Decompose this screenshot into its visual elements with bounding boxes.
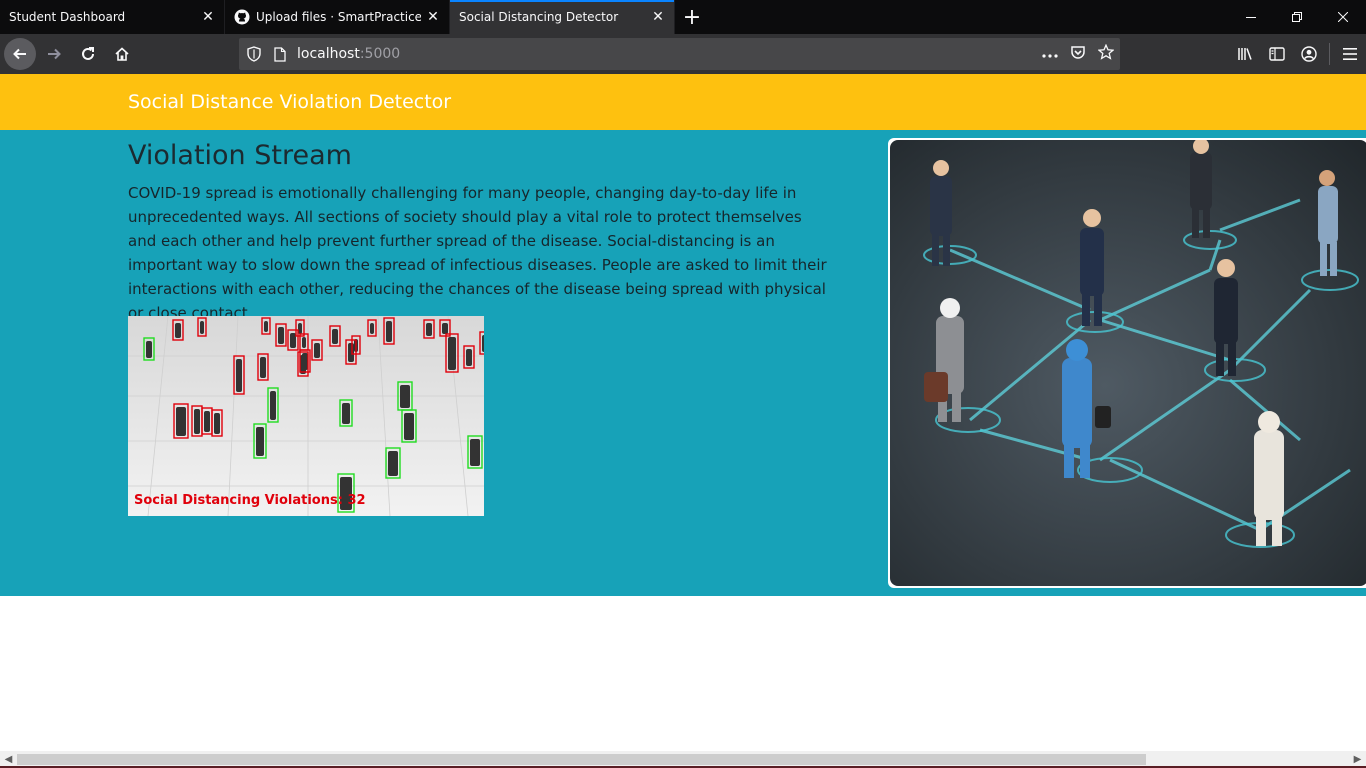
window-controls	[1228, 0, 1366, 34]
tab-github-upload[interactable]: Upload files · SmartPracticeschool/llSPS…	[225, 0, 450, 34]
url-host: localhost	[297, 46, 360, 62]
scrollbar-thumb[interactable]	[17, 754, 1146, 765]
tab-student-dashboard[interactable]: Student Dashboard ✕	[0, 0, 225, 34]
toolbar-separator	[1329, 43, 1330, 65]
navigation-toolbar: localhost:5000	[0, 34, 1366, 74]
network-figurines-illustration	[890, 140, 1366, 586]
pedestrian-figure	[348, 343, 354, 362]
restore-icon[interactable]	[1274, 0, 1320, 34]
menu-hamburger-icon[interactable]	[1334, 38, 1366, 70]
url-text: localhost:5000	[297, 46, 400, 62]
pedestrian-figure	[442, 323, 448, 334]
pedestrian-figure	[264, 321, 268, 332]
pedestrian-figure	[270, 391, 276, 420]
pedestrian-figure	[200, 321, 204, 334]
new-tab-plus-icon[interactable]: +	[675, 0, 709, 34]
pedestrian-figure	[332, 329, 338, 344]
toolbar-right	[1229, 34, 1366, 74]
close-icon[interactable]: ✕	[196, 5, 220, 29]
tab-social-distancing-detector[interactable]: Social Distancing Detector ✕	[450, 0, 675, 34]
pedestrian-figure	[426, 323, 432, 336]
pocket-icon[interactable]	[1070, 44, 1086, 64]
pedestrian-figure	[260, 357, 266, 378]
pedestrian-figure	[176, 407, 186, 436]
page-info-icon[interactable]	[269, 46, 291, 62]
pedestrian-figure	[175, 323, 181, 338]
pedestrian-figure	[204, 411, 210, 432]
hero-illustration-image	[888, 138, 1366, 588]
intro-paragraph: COVID-19 spread is emotionally challengi…	[128, 184, 827, 322]
pedestrian-figure	[482, 335, 484, 352]
pedestrian-figure	[236, 359, 242, 392]
page-title: Violation Stream	[128, 140, 352, 171]
url-port: :5000	[359, 46, 401, 62]
violation-count-overlay: Social Distancing Violations: 32	[134, 493, 366, 508]
pedestrian-figure	[448, 337, 456, 370]
pedestrian-figure	[400, 385, 410, 408]
close-icon[interactable]: ✕	[421, 5, 445, 29]
bookmark-star-icon[interactable]	[1097, 43, 1115, 64]
hero-section: Violation Stream COVID-19 spread is emot…	[0, 130, 1366, 596]
tab-title: Upload files · SmartPracticeschool/llSPS…	[256, 10, 421, 24]
sidebar-icon[interactable]	[1261, 38, 1293, 70]
page-viewport: Social Distance Violation Detector Viola…	[0, 74, 1366, 751]
tab-title: Social Distancing Detector	[459, 10, 619, 24]
stream-frame-graphic	[128, 316, 484, 516]
pedestrian-figure	[314, 343, 320, 358]
account-icon[interactable]	[1293, 38, 1325, 70]
close-window-icon[interactable]	[1320, 0, 1366, 34]
violation-stream-video: Social Distancing Violations: 32	[128, 316, 484, 516]
home-icon[interactable]	[106, 38, 138, 70]
tab-title: Student Dashboard	[9, 10, 126, 24]
pedestrian-figure	[388, 451, 398, 476]
pedestrian-figure	[214, 413, 220, 434]
pedestrian-figure	[386, 321, 392, 342]
pedestrian-figure	[300, 355, 306, 374]
back-arrow-icon[interactable]	[4, 38, 36, 70]
pedestrian-figure	[256, 427, 264, 456]
pedestrian-figure	[290, 333, 296, 348]
reload-icon[interactable]	[72, 38, 104, 70]
forward-arrow-icon[interactable]	[38, 38, 70, 70]
github-icon	[234, 9, 250, 25]
url-actions	[1042, 38, 1115, 70]
close-icon[interactable]: ✕	[646, 5, 670, 29]
pedestrian-figure	[194, 409, 200, 434]
pedestrian-figure	[146, 341, 152, 358]
pedestrian-figure	[342, 403, 350, 424]
pedestrian-figure	[302, 337, 306, 348]
shield-icon[interactable]	[239, 46, 269, 62]
pedestrian-figure	[278, 327, 284, 344]
pedestrian-figure	[470, 439, 480, 466]
site-header: Social Distance Violation Detector	[0, 74, 1366, 130]
url-bar[interactable]: localhost:5000	[239, 38, 1120, 70]
pedestrian-figure	[404, 413, 414, 440]
pedestrian-figure	[466, 349, 472, 366]
pedestrian-figure	[370, 323, 374, 334]
brand-link[interactable]: Social Distance Violation Detector	[128, 91, 451, 113]
library-icon[interactable]	[1229, 38, 1261, 70]
more-actions-icon[interactable]	[1042, 46, 1058, 62]
minimize-icon[interactable]	[1228, 0, 1274, 34]
tab-strip: Student Dashboard ✕ Upload files · Smart…	[0, 0, 1366, 34]
